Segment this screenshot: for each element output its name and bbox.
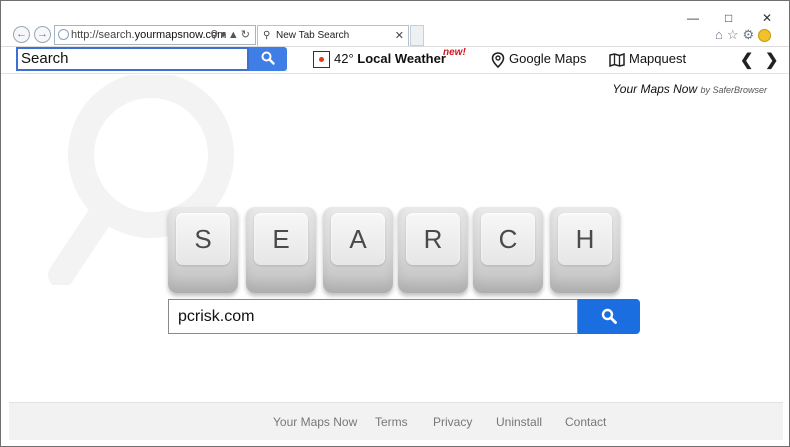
mapquest-link[interactable]: Mapquest xyxy=(609,49,686,69)
page-icon xyxy=(58,29,69,40)
home-icon[interactable]: ⌂ xyxy=(715,27,727,42)
maximize-icon[interactable]: □ xyxy=(725,11,732,25)
close-icon[interactable]: ✕ xyxy=(762,11,772,25)
tab-title: New Tab Search xyxy=(276,30,350,41)
map-icon xyxy=(609,52,625,67)
forward-button[interactable]: → xyxy=(34,26,51,43)
key-letter: C xyxy=(481,213,535,265)
footer-link-terms[interactable]: Terms xyxy=(375,415,408,429)
toolbar-search-button[interactable] xyxy=(249,47,287,71)
weather-icon xyxy=(313,51,330,69)
brand-name: Your Maps Now xyxy=(612,82,698,96)
google-maps-label: Google Maps xyxy=(509,51,587,66)
key-a: A xyxy=(323,207,393,293)
smiley-icon[interactable] xyxy=(758,29,772,43)
browser-tools: ⌂☆⚙ xyxy=(715,27,772,43)
search-icon[interactable]: ⚲ xyxy=(210,29,220,41)
lock-icon[interactable]: ▲ xyxy=(228,29,241,41)
map-pin-icon xyxy=(491,51,505,68)
tab-new-tab-search[interactable]: ⚲ New Tab Search ✕ xyxy=(257,25,409,46)
weather-widget[interactable]: 42° Local Weather xyxy=(313,49,446,69)
google-maps-link[interactable]: Google Maps xyxy=(491,49,586,69)
main-search-input[interactable]: pcrisk.com xyxy=(168,299,578,334)
weather-label: Local Weather xyxy=(357,51,446,66)
brand[interactable]: Your Maps Now by SaferBrowser xyxy=(612,82,767,96)
search-icon xyxy=(261,51,275,65)
back-icon: ← xyxy=(16,28,27,40)
address-bar[interactable]: http://search.yourmapsnow.com ⚲▾▲↻ xyxy=(54,25,256,45)
brand-by: by SaferBrowser xyxy=(700,85,767,95)
new-badge: new! xyxy=(443,47,466,58)
title-bar: ← → http://search.yourmapsnow.com ⚲▾▲↻ ⚲… xyxy=(1,1,789,47)
minimize-icon[interactable]: — xyxy=(687,11,699,25)
key-letter: H xyxy=(558,213,612,265)
key-letter: S xyxy=(176,213,230,265)
tab-close-icon[interactable]: ✕ xyxy=(395,26,404,46)
key-letter: R xyxy=(406,213,460,265)
address-actions: ⚲▾▲↻ xyxy=(210,26,252,44)
key-r: R xyxy=(398,207,468,293)
chevron-left-icon[interactable]: ❮ xyxy=(740,50,753,70)
key-letter: E xyxy=(254,213,308,265)
address-text: http://search.yourmapsnow.com xyxy=(71,29,226,41)
key-letter: A xyxy=(331,213,385,265)
toolbar-search-input[interactable]: Search xyxy=(16,47,249,71)
refresh-icon[interactable]: ↻ xyxy=(241,29,252,41)
search-keys-logo: S E A R C H xyxy=(168,207,628,295)
gear-icon[interactable]: ⚙ xyxy=(743,27,759,42)
address-prefix: http://search. xyxy=(71,29,135,41)
key-e: E xyxy=(246,207,316,293)
chevron-right-icon[interactable]: ❯ xyxy=(765,50,778,70)
mapquest-label: Mapquest xyxy=(629,51,687,66)
forward-icon: → xyxy=(37,28,48,40)
new-tab-button[interactable] xyxy=(410,25,424,46)
key-h: H xyxy=(550,207,620,293)
extension-toolbar: Search 42° Local Weather new! Google Map… xyxy=(1,47,789,74)
key-c: C xyxy=(473,207,543,293)
star-icon[interactable]: ☆ xyxy=(727,27,743,42)
weather-temp: 42° xyxy=(334,51,354,66)
browser-window: ← → http://search.yourmapsnow.com ⚲▾▲↻ ⚲… xyxy=(0,0,790,447)
search-icon xyxy=(601,308,617,324)
footer-link-uninstall[interactable]: Uninstall xyxy=(496,415,542,429)
main-search-button[interactable] xyxy=(578,299,640,334)
back-button[interactable]: ← xyxy=(13,26,30,43)
footer-link-your-maps-now[interactable]: Your Maps Now xyxy=(273,415,357,429)
footer-link-contact[interactable]: Contact xyxy=(565,415,606,429)
dropdown-icon[interactable]: ▾ xyxy=(220,29,228,41)
key-s: S xyxy=(168,207,238,293)
footer: Your Maps Now Terms Privacy Uninstall Co… xyxy=(9,402,783,440)
footer-link-privacy[interactable]: Privacy xyxy=(433,415,472,429)
tab-search-icon: ⚲ xyxy=(263,30,271,41)
